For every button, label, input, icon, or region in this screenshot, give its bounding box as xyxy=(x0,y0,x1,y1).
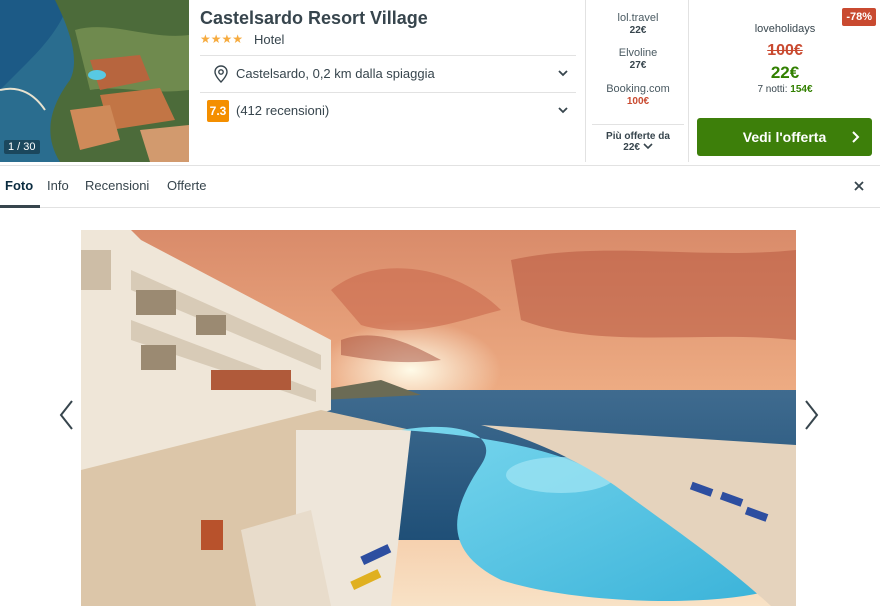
offers-list: lol.travel 22€ Elvoline 27€ Booking.com … xyxy=(585,0,689,162)
offer-provider: Booking.com xyxy=(606,83,670,95)
nights-label: 7 notti: xyxy=(757,84,788,95)
gallery-main-photo[interactable] xyxy=(81,230,796,606)
more-offers-button[interactable]: Più offerte da 22€ xyxy=(592,124,684,153)
hotel-thumbnail[interactable]: 1 / 30 xyxy=(0,0,189,162)
gallery-prev-arrow[interactable] xyxy=(56,398,78,432)
location-text: Castelsardo, 0,2 km dalla spiaggia xyxy=(236,66,435,81)
best-deal: -78% loveholidays 100€ 22€ 7 notti: 154€… xyxy=(690,0,880,162)
hotel-info: Castelsardo Resort Village ★★★★ Hotel Ca… xyxy=(189,0,585,162)
more-offers-price: 22€ xyxy=(623,142,640,153)
chevron-down-icon[interactable] xyxy=(556,66,570,80)
nights-price: 154€ xyxy=(790,84,813,95)
hotel-card: 1 / 30 Castelsardo Resort Village ★★★★ H… xyxy=(0,0,880,166)
hotel-name[interactable]: Castelsardo Resort Village xyxy=(200,8,428,29)
aerial-photo xyxy=(0,0,189,162)
nights-total: 7 notti: 154€ xyxy=(690,84,880,95)
location-pin-icon xyxy=(214,64,228,83)
reviews-row[interactable]: 7.3 (412 recensioni) xyxy=(200,92,576,128)
gallery-next-arrow[interactable] xyxy=(800,398,822,432)
chevron-down-icon[interactable] xyxy=(556,103,570,117)
tab-info[interactable]: Info xyxy=(47,178,69,193)
star-rating-icons: ★★★★ xyxy=(200,32,244,46)
offer-price: 27€ xyxy=(629,60,647,71)
image-counter: 1 / 30 xyxy=(4,140,40,154)
offer-provider: lol.travel xyxy=(617,12,659,24)
tab-foto[interactable]: Foto xyxy=(5,178,33,193)
detail-tabs: Foto Info Recensioni Offerte xyxy=(0,166,880,208)
new-price: 22€ xyxy=(770,63,800,82)
view-offer-label: Vedi l'offerta xyxy=(742,129,827,145)
more-offers-price-row: 22€ xyxy=(592,142,684,153)
reviews-count: (412 recensioni) xyxy=(236,103,330,118)
tab-offerte[interactable]: Offerte xyxy=(167,178,207,193)
close-icon[interactable] xyxy=(852,179,866,193)
chevron-right-icon xyxy=(852,131,860,143)
deal-provider: loveholidays xyxy=(754,23,816,35)
offer-item[interactable]: Booking.com 100€ xyxy=(586,83,690,107)
offer-item[interactable]: lol.travel 22€ xyxy=(586,12,690,36)
offer-price: 22€ xyxy=(629,25,647,36)
offer-price: 100€ xyxy=(626,96,650,107)
chevron-down-icon xyxy=(643,143,653,150)
offer-item[interactable]: Elvoline 27€ xyxy=(586,47,690,71)
location-row[interactable]: Castelsardo, 0,2 km dalla spiaggia xyxy=(200,55,576,91)
active-tab-indicator xyxy=(0,205,40,208)
rating-badge: 7.3 xyxy=(207,99,229,122)
offer-provider: Elvoline xyxy=(618,47,658,59)
old-price: 100€ xyxy=(767,42,803,59)
more-offers-label: Più offerte da xyxy=(606,131,670,142)
hotel-type-label: Hotel xyxy=(254,32,285,47)
tab-recensioni[interactable]: Recensioni xyxy=(85,178,149,193)
view-offer-button[interactable]: Vedi l'offerta xyxy=(697,118,872,156)
resort-pool-photo xyxy=(81,230,796,606)
